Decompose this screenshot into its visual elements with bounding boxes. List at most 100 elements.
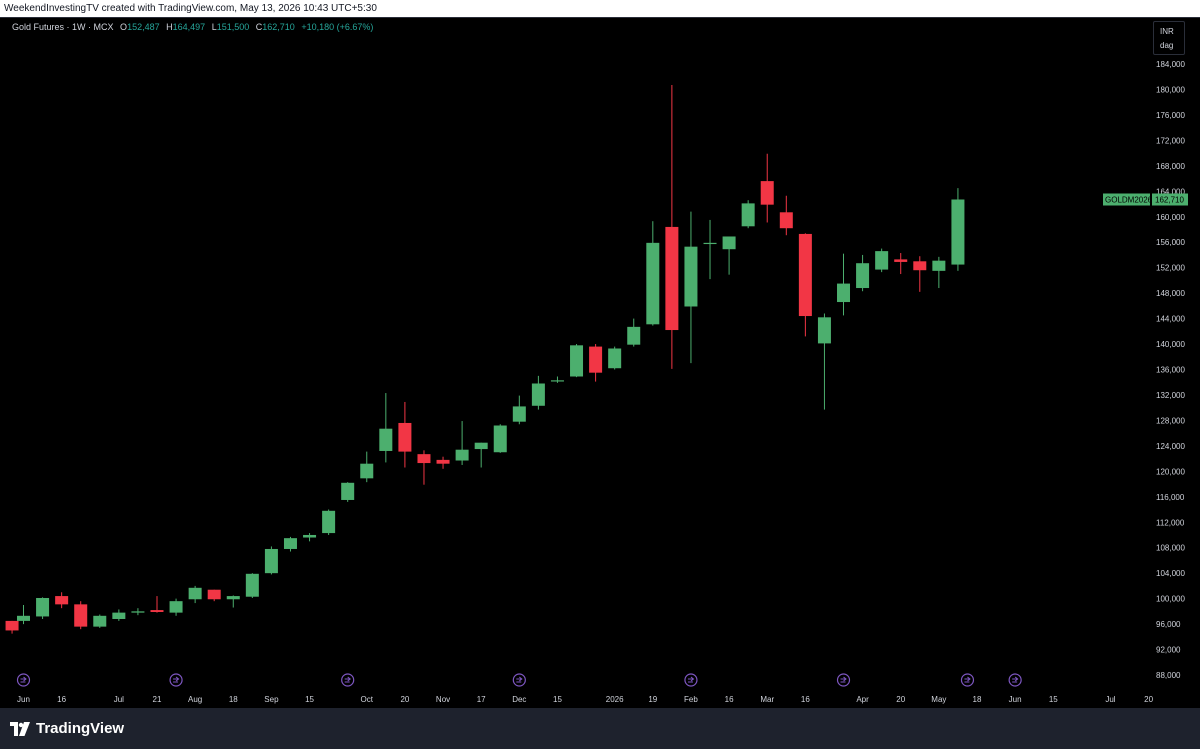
footer-bar: TradingView	[0, 708, 1200, 749]
time-tick-label: Jun	[17, 695, 30, 704]
price-tick-label: 136,000	[1156, 366, 1185, 375]
candle-body	[798, 233, 812, 317]
candle-body	[303, 534, 317, 538]
candle-body	[550, 380, 564, 382]
time-tick-label: Aug	[188, 695, 202, 704]
price-tick-label: 156,000	[1156, 238, 1185, 247]
candle-body	[512, 406, 526, 422]
candle-body	[493, 425, 507, 453]
candle	[417, 450, 431, 485]
event-marker-circle	[960, 673, 975, 687]
price-tick-label: 128,000	[1156, 416, 1185, 425]
price-tick-label: 152,000	[1156, 264, 1185, 273]
candle-body	[150, 610, 164, 612]
price-tick-label: 168,000	[1156, 162, 1185, 171]
time-tick-label: Oct	[361, 695, 374, 704]
candle	[360, 451, 374, 483]
candle	[951, 188, 965, 271]
candle	[741, 200, 755, 229]
price-tick-label: 88,000	[1156, 671, 1181, 680]
candle-body	[684, 246, 698, 307]
candle-body	[875, 251, 889, 270]
candle-body	[283, 538, 297, 549]
candle-body	[722, 236, 736, 250]
candlestick-chart[interactable]: 88,000 92,000 96,000 100,000 104,000 108,000 1…	[0, 18, 1200, 708]
candles-layer	[5, 85, 965, 634]
event-marker-icon	[1008, 673, 1022, 687]
candle-body	[703, 242, 717, 245]
event-marker-circle	[512, 673, 526, 687]
price-axis[interactable]: 88,000 92,000 96,000 100,000 104,000 108,000 1…	[1156, 60, 1185, 680]
candle	[589, 344, 603, 382]
time-tick-label: 16	[57, 695, 66, 704]
last-price-tag: GOLDM2026 162,710	[1103, 193, 1188, 206]
candle	[436, 456, 450, 469]
candle	[684, 211, 698, 364]
candle-body	[322, 510, 336, 534]
candle-body	[341, 482, 355, 500]
candle	[665, 85, 679, 369]
candle-body	[93, 615, 107, 627]
candle	[493, 424, 507, 453]
event-marker-circle	[684, 673, 698, 687]
event-marker-circle	[836, 673, 851, 687]
attribution-bar: WeekendInvestingTV created with TradingV…	[0, 0, 1200, 18]
candle	[608, 346, 622, 370]
price-tick-label: 92,000	[1156, 646, 1181, 655]
candle-body	[570, 345, 584, 377]
price-tick-label: 160,000	[1156, 213, 1185, 222]
candle-body	[646, 242, 660, 325]
candle-body	[169, 601, 183, 613]
candle	[245, 573, 259, 598]
time-tick-label: 21	[153, 695, 162, 704]
candle-body	[817, 317, 831, 344]
candle	[398, 401, 412, 468]
event-marker-circle	[341, 673, 355, 687]
candle-body	[455, 449, 469, 461]
time-tick-label: Sep	[264, 695, 279, 704]
time-tick-label: 17	[477, 695, 486, 704]
time-tick-label: May	[931, 695, 946, 704]
candle	[875, 248, 889, 273]
time-tick-label: 18	[973, 695, 982, 704]
candle	[17, 604, 30, 625]
candle-body	[17, 615, 30, 621]
price-tag-symbol: GOLDM2026	[1105, 196, 1153, 205]
event-marker-circle	[1008, 673, 1022, 687]
candle-body	[207, 589, 221, 600]
candle	[817, 313, 831, 410]
event-marker-circle	[16, 673, 31, 687]
candle	[341, 482, 355, 502]
time-tick-label: Feb	[684, 695, 698, 704]
time-tick-label: 20	[896, 695, 905, 704]
candle	[779, 195, 793, 236]
candle-body	[779, 212, 793, 229]
candle-body	[379, 428, 393, 451]
time-axis[interactable]: Jun 16 Jul 21 Aug 18 Sep 15 Oct 20 Nov 17 Dec 15 2026 1…	[17, 695, 1154, 704]
time-tick-label: 18	[229, 695, 238, 704]
time-tick-label: 16	[725, 695, 734, 704]
candle	[74, 601, 88, 630]
candle-body	[837, 283, 851, 303]
candle-body	[226, 596, 240, 600]
price-tick-label: 112,000	[1156, 518, 1185, 527]
candle	[283, 536, 297, 552]
candle-body	[264, 548, 278, 574]
candle-body	[951, 199, 965, 265]
candle	[93, 614, 107, 628]
event-marker-icon	[960, 673, 975, 687]
candle	[379, 393, 393, 463]
candle	[627, 318, 641, 347]
candle	[474, 442, 488, 468]
time-tick-label: 15	[1049, 695, 1058, 704]
candle	[322, 509, 336, 535]
candle	[570, 344, 584, 378]
candle	[550, 376, 564, 383]
candle	[894, 253, 908, 275]
tradingview-logo[interactable]: TradingView	[10, 720, 124, 737]
candle	[837, 253, 851, 316]
event-marker-circle	[169, 673, 183, 687]
candle	[703, 219, 717, 280]
candle	[188, 585, 202, 604]
candle	[455, 421, 469, 465]
